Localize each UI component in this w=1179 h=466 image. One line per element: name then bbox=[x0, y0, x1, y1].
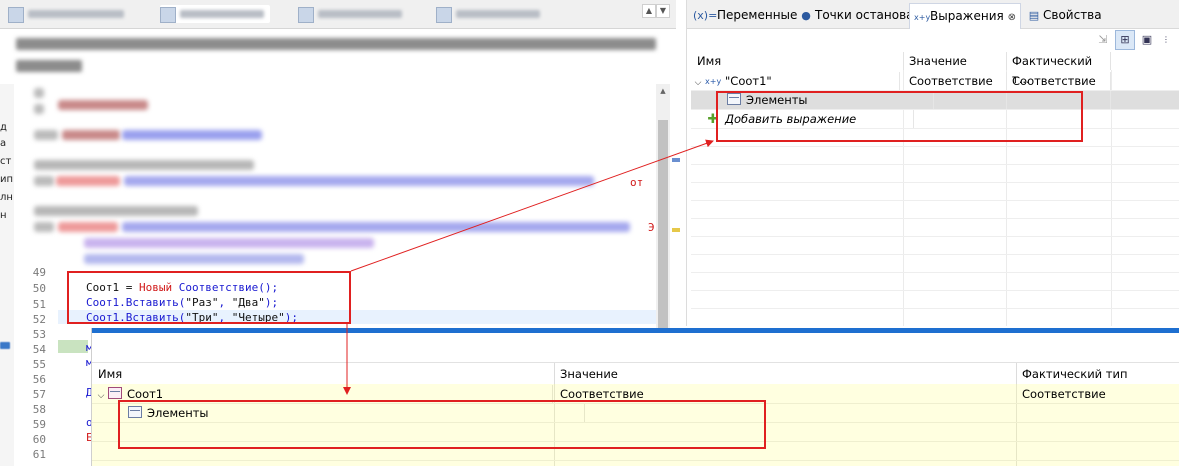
annotation-arrows bbox=[343, 139, 714, 395]
arrow-to-expressions bbox=[350, 139, 714, 272]
